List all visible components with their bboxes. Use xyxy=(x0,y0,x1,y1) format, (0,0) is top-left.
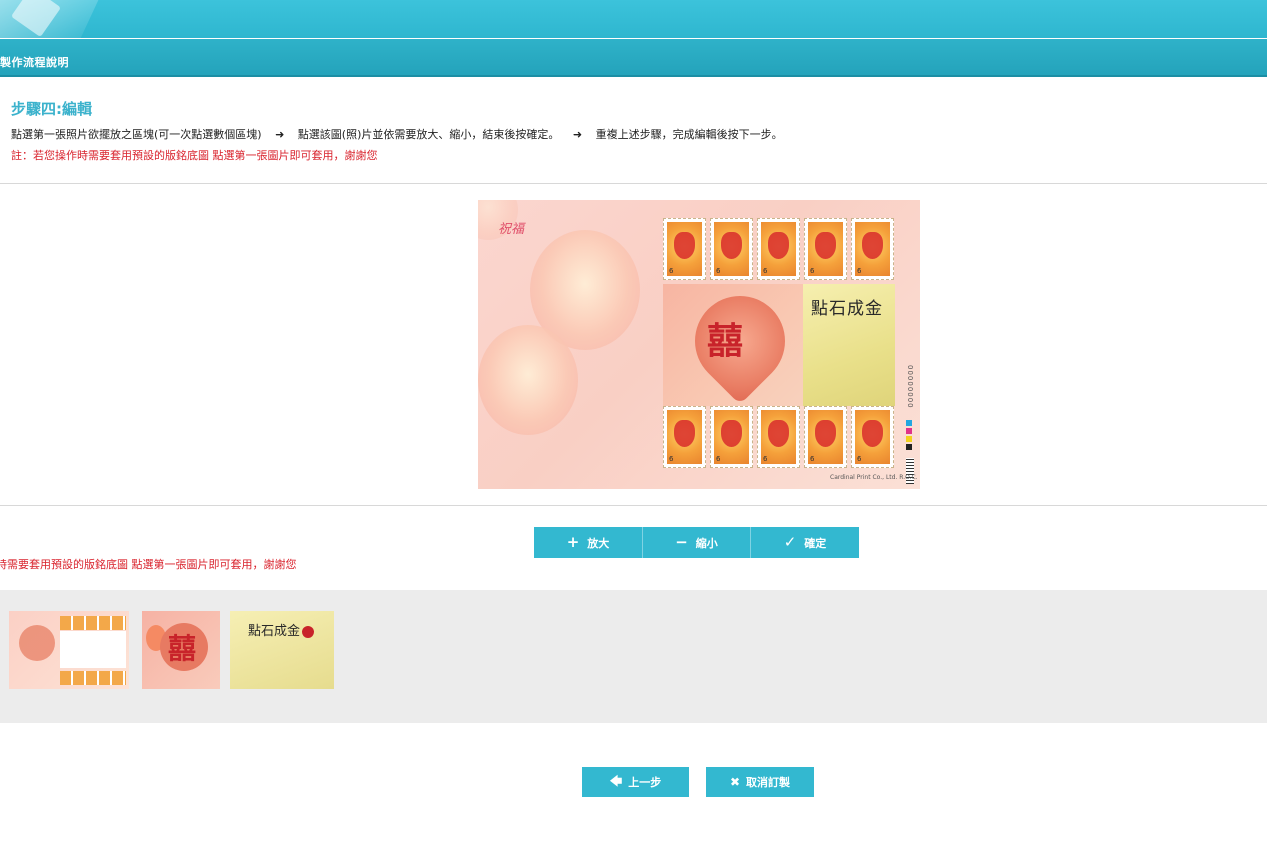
instruction-1: 點選第一張照片欲擺放之區塊(可一次點選數個區塊) xyxy=(11,128,262,141)
stamp-sheet-canvas[interactable]: 祝福 6 6 6 6 6 6 6 6 6 6 囍 點石成金 00000000 C… xyxy=(478,200,920,489)
stamp-slot[interactable]: 6 xyxy=(804,218,847,280)
divider xyxy=(0,505,1267,506)
stamp-slot[interactable]: 6 xyxy=(663,218,706,280)
close-icon: ✖ xyxy=(729,775,741,789)
instruction-2: 點選該圖(照)片並依需要放大、縮小，結束後按確定。 xyxy=(297,128,560,141)
confirm-button[interactable]: ✓ 確定 xyxy=(751,527,859,558)
double-happiness-glyph: 囍 xyxy=(707,320,744,362)
stamp-slot[interactable]: 6 xyxy=(851,406,894,468)
stamp-slot[interactable]: 6 xyxy=(851,218,894,280)
instruction-3: 重複上述步驟，完成編輯後按下一步。 xyxy=(595,128,783,141)
zoom-out-button[interactable]: − 縮小 xyxy=(643,527,750,558)
photo-slot-heart[interactable]: 囍 xyxy=(663,277,804,406)
section-header-bar: 製作流程說明 xyxy=(0,39,1267,77)
minus-icon: − xyxy=(675,533,688,551)
arrow-right-icon: ➜ xyxy=(275,128,285,141)
zoom-in-button[interactable]: + 放大 xyxy=(534,527,642,558)
stamp-slot[interactable]: 6 xyxy=(710,218,753,280)
stamp-slot[interactable]: 6 xyxy=(663,406,706,468)
arrow-right-icon: ➜ xyxy=(572,128,583,141)
instructions: 點選第一張照片欲擺放之區塊(可一次點選數個區塊) ➜ 點選該圖(照)片並依需要放… xyxy=(11,126,783,142)
seal-icon xyxy=(302,625,315,638)
previous-step-button[interactable]: 🡄 上一步 xyxy=(582,767,689,797)
arrow-left-icon: 🡄 xyxy=(609,773,623,788)
stamp-slot[interactable]: 6 xyxy=(757,406,800,468)
printer-imprint: Cardinal Print Co., Ltd. R.O.C. xyxy=(830,474,918,481)
image-thumbnail-tray: 囍 點石成金 xyxy=(0,590,1267,723)
top-banner xyxy=(0,0,1267,38)
cancel-order-button[interactable]: ✖ 取消訂製 xyxy=(706,767,814,797)
divider xyxy=(0,183,1267,184)
calligraphy-text: 點石成金 xyxy=(811,299,883,319)
plus-icon: + xyxy=(566,533,580,551)
sheet-logo: 祝福 xyxy=(498,222,525,237)
check-icon: ✓ xyxy=(783,533,797,551)
thumbnail-calligraphy[interactable]: 點石成金 xyxy=(230,611,334,689)
step-title: 步驟四:編輯 xyxy=(11,100,92,118)
section-header-title: 製作流程說明 xyxy=(0,56,69,69)
color-registration-marks xyxy=(906,420,912,452)
stamp-slot[interactable]: 6 xyxy=(757,218,800,280)
stamp-slot[interactable]: 6 xyxy=(710,406,753,468)
thumbnail-heart[interactable]: 囍 xyxy=(142,611,220,689)
photo-slot-calligraphy[interactable]: 點石成金 xyxy=(803,284,895,406)
stamp-slot[interactable]: 6 xyxy=(804,406,847,468)
lantern-decoration xyxy=(478,325,578,435)
serial-number: 00000000 xyxy=(906,365,914,409)
thumbnail-template[interactable] xyxy=(9,611,129,689)
note-text: 註：若您操作時需要套用預設的版銘底圖 點選第一張圖片即可套用，謝謝您 xyxy=(11,149,378,162)
note-text-secondary: 時需要套用預設的版銘底圖 點選第一張圖片即可套用，謝謝您 xyxy=(0,558,297,571)
